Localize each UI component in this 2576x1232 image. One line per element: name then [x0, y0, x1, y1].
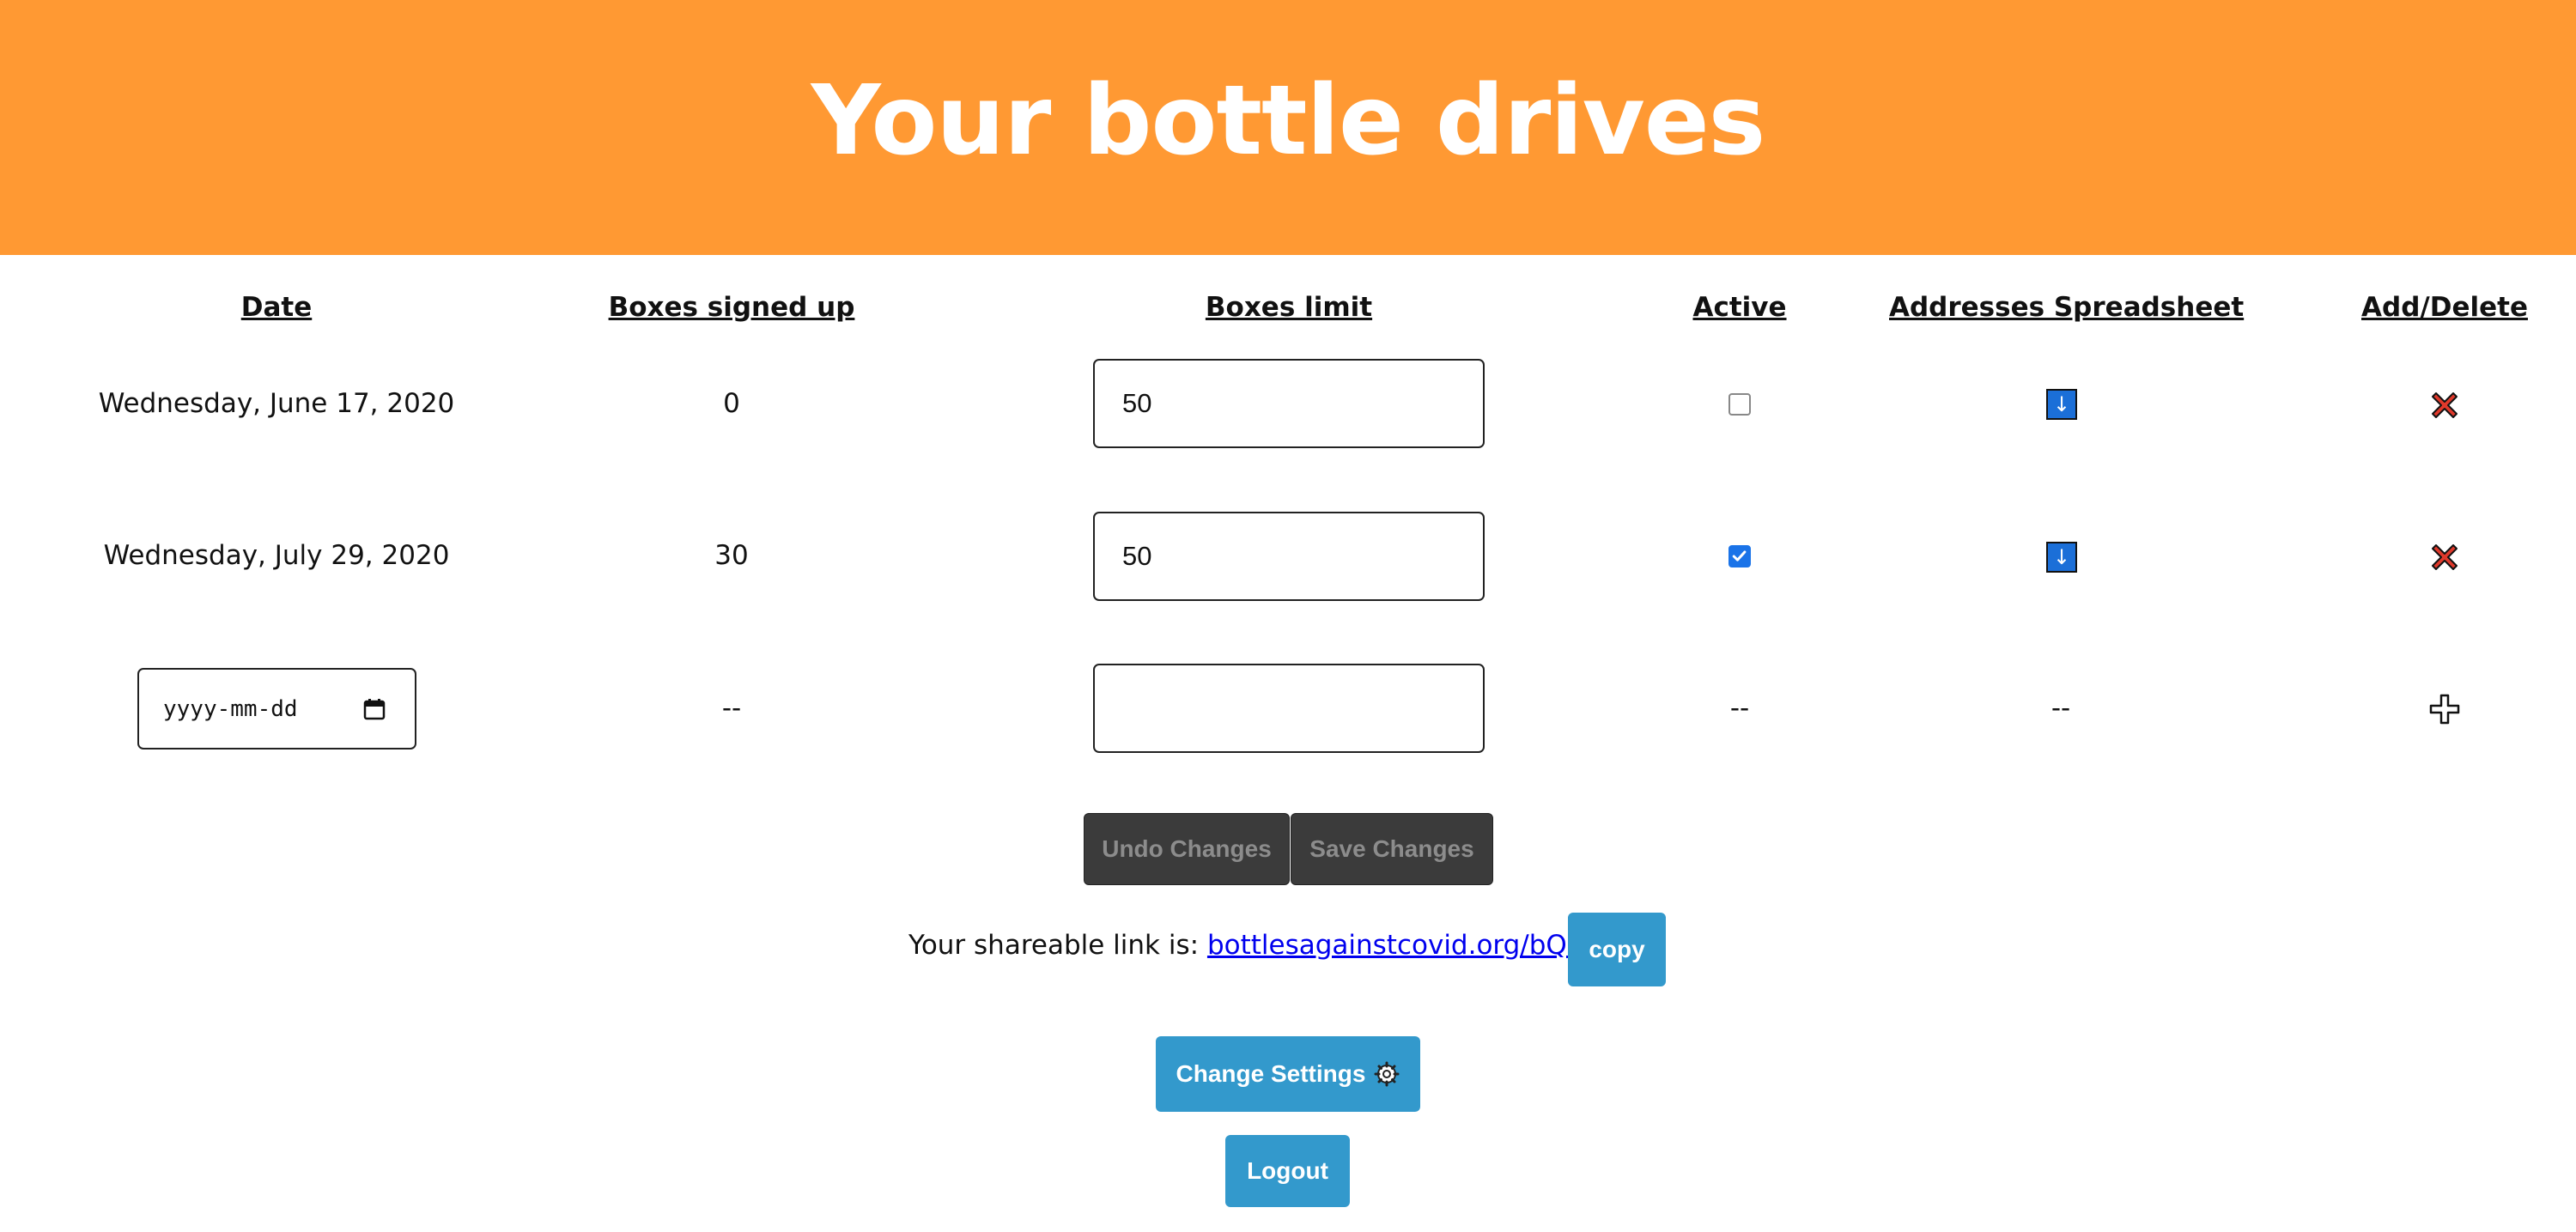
col-header-boxes-limit: Boxes limit	[1205, 292, 1373, 323]
new-boxes-limit-input[interactable]	[1093, 664, 1485, 753]
new-active: --	[1729, 693, 1750, 724]
boxes-limit-input[interactable]	[1093, 512, 1485, 601]
boxes-limit-input[interactable]	[1093, 359, 1485, 448]
row-boxes-signed-up: 30	[714, 540, 749, 571]
calendar-icon[interactable]	[363, 698, 386, 720]
logout-button[interactable]: Logout	[1225, 1135, 1350, 1207]
row-boxes-signed-up: 0	[723, 388, 740, 419]
page-title: Your bottle drives	[811, 64, 1766, 177]
undo-changes-button[interactable]: Undo Changes	[1084, 813, 1290, 885]
date-placeholder: yyyy-mm-dd	[163, 695, 298, 722]
col-header-add-delete: Add/Delete	[2361, 292, 2528, 323]
save-changes-button[interactable]: Save Changes	[1291, 813, 1493, 885]
new-boxes-signed-up: --	[721, 693, 742, 724]
col-header-active: Active	[1692, 292, 1787, 323]
shareable-link[interactable]: bottlesagainstcovid.org/bQsPW	[1207, 930, 1623, 961]
row-date: Wednesday, June 17, 2020	[98, 388, 455, 419]
active-checkbox[interactable]	[1728, 545, 1751, 567]
gear-icon	[1374, 1061, 1400, 1087]
col-header-addresses-spreadsheet: Addresses Spreadsheet	[1889, 292, 2245, 323]
col-header-date: Date	[240, 292, 313, 323]
add-plus-icon[interactable]	[2428, 693, 2461, 725]
delete-x-icon[interactable]	[2428, 389, 2461, 422]
copy-link-button[interactable]: copy	[1568, 913, 1666, 986]
change-settings-label: Change Settings	[1176, 1060, 1366, 1087]
download-spreadsheet-button[interactable]: ↓	[2046, 389, 2077, 420]
new-date-input[interactable]: yyyy-mm-dd	[137, 668, 416, 750]
check-icon	[1732, 550, 1747, 561]
change-settings-button[interactable]: Change Settings	[1156, 1036, 1420, 1112]
download-icon: ↓	[2052, 392, 2071, 416]
delete-x-icon[interactable]	[2428, 541, 2461, 574]
page-header: Your bottle drives	[0, 0, 2576, 255]
download-spreadsheet-button[interactable]: ↓	[2046, 542, 2077, 573]
col-header-boxes-signed-up: Boxes signed up	[608, 292, 855, 323]
new-spreadsheet: --	[2050, 693, 2071, 724]
active-checkbox[interactable]	[1728, 393, 1751, 416]
shareable-link-label: Your shareable link is:	[908, 930, 1200, 961]
row-date: Wednesday, July 29, 2020	[103, 540, 450, 571]
download-icon: ↓	[2052, 545, 2071, 569]
shareable-link-line: Your shareable link is: bottlesagainstco…	[908, 930, 1623, 961]
